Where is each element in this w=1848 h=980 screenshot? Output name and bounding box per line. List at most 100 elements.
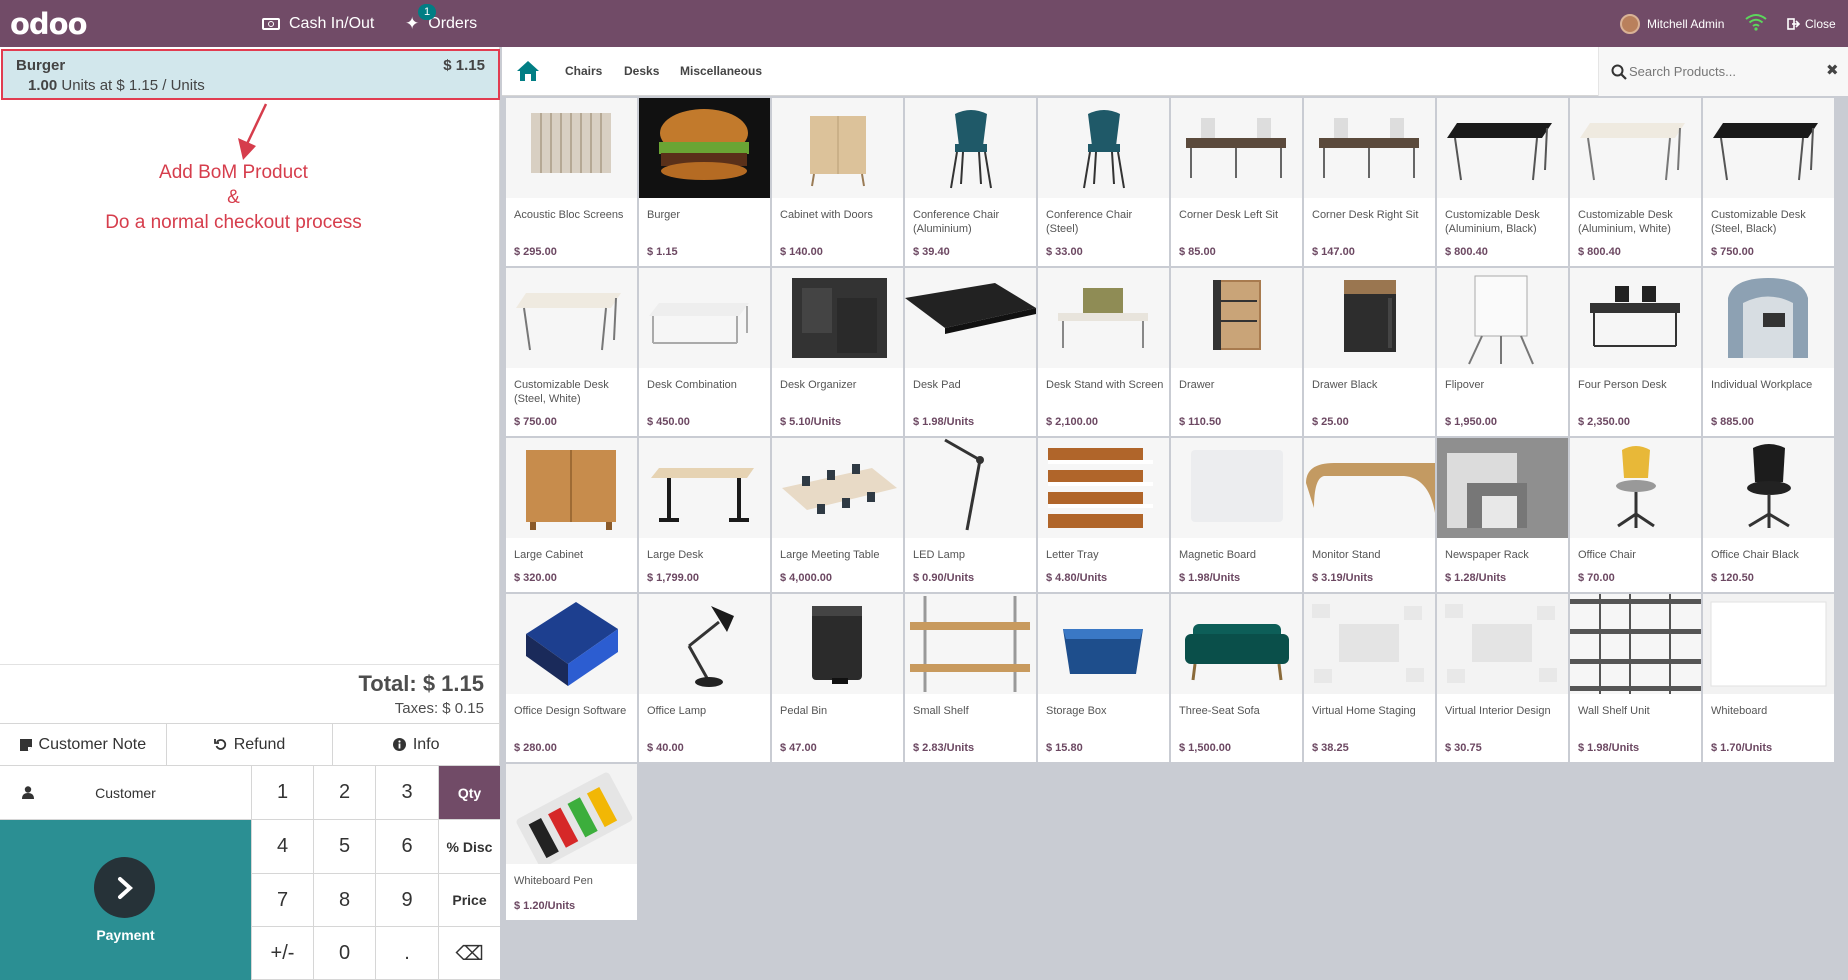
product-card[interactable]: Magnetic Board $ 1.98/Units <box>1171 438 1302 592</box>
product-price: $ 2,350.00 <box>1578 416 1630 428</box>
numpad-key-1[interactable]: 1 <box>251 766 313 820</box>
numpad-key-plus-minus[interactable]: +/- <box>251 927 313 980</box>
product-card[interactable]: Drawer $ 110.50 <box>1171 268 1302 436</box>
product-card[interactable]: Pedal Bin $ 47.00 <box>772 594 903 762</box>
numpad-mode-qty[interactable]: Qty <box>438 766 500 820</box>
numpad-key-5[interactable]: 5 <box>313 820 375 874</box>
product-price: $ 5.10/Units <box>780 416 842 428</box>
user-menu[interactable]: Mitchell Admin <box>1620 0 1724 47</box>
product-card[interactable]: Office Design Software $ 280.00 <box>506 594 637 762</box>
numpad-mode-price[interactable]: Price <box>438 874 500 927</box>
category-desks[interactable]: Desks <box>624 64 659 78</box>
product-card[interactable]: Corner Desk Right Sit $ 147.00 <box>1304 98 1435 266</box>
numpad-mode-discount[interactable]: % Disc <box>438 820 500 874</box>
numpad-key-6[interactable]: 6 <box>375 820 438 874</box>
product-card[interactable]: Customizable Desk (Steel, Black) $ 750.00 <box>1703 98 1834 266</box>
info-button[interactable]: Info <box>333 724 500 765</box>
product-price: $ 4,000.00 <box>780 572 832 584</box>
product-card[interactable]: Desk Pad $ 1.98/Units <box>905 268 1036 436</box>
product-card[interactable]: Conference Chair (Steel) $ 33.00 <box>1038 98 1169 266</box>
customer-note-button[interactable]: Customer Note <box>0 724 167 765</box>
product-card[interactable]: Conference Chair (Aluminium) $ 39.40 <box>905 98 1036 266</box>
numpad-key-8[interactable]: 8 <box>313 874 375 927</box>
product-image-deskpad-icon <box>905 268 1036 368</box>
product-card[interactable]: Newspaper Rack $ 1.28/Units <box>1437 438 1568 592</box>
product-price: $ 30.75 <box>1445 742 1482 754</box>
orders-button[interactable]: ✦ 1 Orders <box>405 0 477 47</box>
product-card[interactable]: Four Person Desk $ 2,350.00 <box>1570 268 1701 436</box>
product-price: $ 280.00 <box>514 742 557 754</box>
numpad-key-2[interactable]: 2 <box>313 766 375 820</box>
category-miscellaneous[interactable]: Miscellaneous <box>680 64 762 78</box>
numpad-key-7[interactable]: 7 <box>251 874 313 927</box>
product-image-virtual-icon <box>1304 594 1435 694</box>
product-card[interactable]: Desk Combination $ 450.00 <box>639 268 770 436</box>
undo-icon <box>213 739 226 750</box>
product-card[interactable]: Drawer Black $ 25.00 <box>1304 268 1435 436</box>
product-card[interactable]: Office Chair $ 70.00 <box>1570 438 1701 592</box>
product-card[interactable]: Large Desk $ 1,799.00 <box>639 438 770 592</box>
product-card[interactable]: Acoustic Bloc Screens $ 295.00 <box>506 98 637 266</box>
numpad-key-3[interactable]: 3 <box>375 766 438 820</box>
numpad-key-0[interactable]: 0 <box>313 927 375 980</box>
product-price: $ 1.98/Units <box>1578 742 1640 754</box>
product-card[interactable]: Virtual Home Staging $ 38.25 <box>1304 594 1435 762</box>
category-chairs[interactable]: Chairs <box>565 64 602 78</box>
product-card[interactable]: Monitor Stand $ 3.19/Units <box>1304 438 1435 592</box>
numpad-key-dot[interactable]: . <box>375 927 438 980</box>
orders-label: Orders <box>428 14 478 32</box>
product-card[interactable]: Desk Organizer $ 5.10/Units <box>772 268 903 436</box>
product-card[interactable]: Flipover $ 1,950.00 <box>1437 268 1568 436</box>
product-card[interactable]: Burger $ 1.15 <box>639 98 770 266</box>
product-card[interactable]: Letter Tray $ 4.80/Units <box>1038 438 1169 592</box>
product-card[interactable]: Large Cabinet $ 320.00 <box>506 438 637 592</box>
product-card[interactable]: Customizable Desk (Aluminium, Black) $ 80… <box>1437 98 1568 266</box>
product-name: Drawer <box>1179 379 1215 391</box>
payment-button[interactable]: Payment <box>0 820 251 980</box>
cash-in-out-button[interactable]: Cash In/Out <box>262 0 374 47</box>
close-button[interactable]: Close <box>1787 0 1836 47</box>
product-image-organizer-icon <box>772 268 903 368</box>
product-image-whiteboard-icon <box>1703 594 1834 694</box>
product-name: Four Person Desk <box>1578 379 1667 391</box>
product-image-corner-desk-icon <box>1304 98 1435 198</box>
product-card[interactable]: Storage Box $ 15.80 <box>1038 594 1169 762</box>
product-card[interactable]: Large Meeting Table $ 4,000.00 <box>772 438 903 592</box>
numpad-key-9[interactable]: 9 <box>375 874 438 927</box>
product-card[interactable]: Whiteboard Pen $ 1.20/Units <box>506 764 637 920</box>
product-card[interactable]: Office Chair Black $ 120.50 <box>1703 438 1834 592</box>
product-name: Large Meeting Table <box>780 549 880 561</box>
search-input[interactable] <box>1629 59 1809 83</box>
product-image-virtual-icon <box>1437 594 1568 694</box>
product-card[interactable]: Cabinet with Doors $ 140.00 <box>772 98 903 266</box>
product-card[interactable]: Office Lamp $ 40.00 <box>639 594 770 762</box>
customer-button[interactable]: Customer <box>0 766 251 820</box>
product-card[interactable]: Desk Stand with Screen $ 2,100.00 <box>1038 268 1169 436</box>
home-icon[interactable] <box>516 60 540 82</box>
product-card[interactable]: Wall Shelf Unit $ 1.98/Units <box>1570 594 1701 762</box>
product-card[interactable]: Virtual Interior Design $ 30.75 <box>1437 594 1568 762</box>
numpad-key-4[interactable]: 4 <box>251 820 313 874</box>
product-card[interactable]: Three-Seat Sofa $ 1,500.00 <box>1171 594 1302 762</box>
clear-search-icon[interactable]: ✖ <box>1826 61 1839 79</box>
orderline-selected[interactable]: Burger $ 1.15 1.00 Units at $ 1.15 / Uni… <box>1 49 500 100</box>
product-card[interactable]: Customizable Desk (Aluminium, White) $ 80… <box>1570 98 1701 266</box>
refund-button[interactable]: Refund <box>166 724 334 765</box>
product-card[interactable]: Customizable Desk (Steel, White) $ 750.00 <box>506 268 637 436</box>
product-image-flipover-icon <box>1437 268 1568 368</box>
product-image-storage-box-icon <box>1038 594 1169 694</box>
product-card[interactable]: Individual Workplace $ 885.00 <box>1703 268 1834 436</box>
product-price: $ 85.00 <box>1179 246 1216 258</box>
control-buttons: Customer Note Refund Info <box>0 723 500 766</box>
backspace-icon[interactable]: ⌫ <box>438 927 500 980</box>
product-card[interactable]: Whiteboard $ 1.70/Units <box>1703 594 1834 762</box>
product-image-drawer-black-icon <box>1304 268 1435 368</box>
product-price: $ 38.25 <box>1312 742 1349 754</box>
product-price: $ 1,799.00 <box>647 572 699 584</box>
wifi-icon <box>1745 14 1767 31</box>
info-label: Info <box>412 735 440 753</box>
product-name: Small Shelf <box>913 705 969 717</box>
product-card[interactable]: LED Lamp $ 0.90/Units <box>905 438 1036 592</box>
product-card[interactable]: Small Shelf $ 2.83/Units <box>905 594 1036 762</box>
product-card[interactable]: Corner Desk Left Sit $ 85.00 <box>1171 98 1302 266</box>
